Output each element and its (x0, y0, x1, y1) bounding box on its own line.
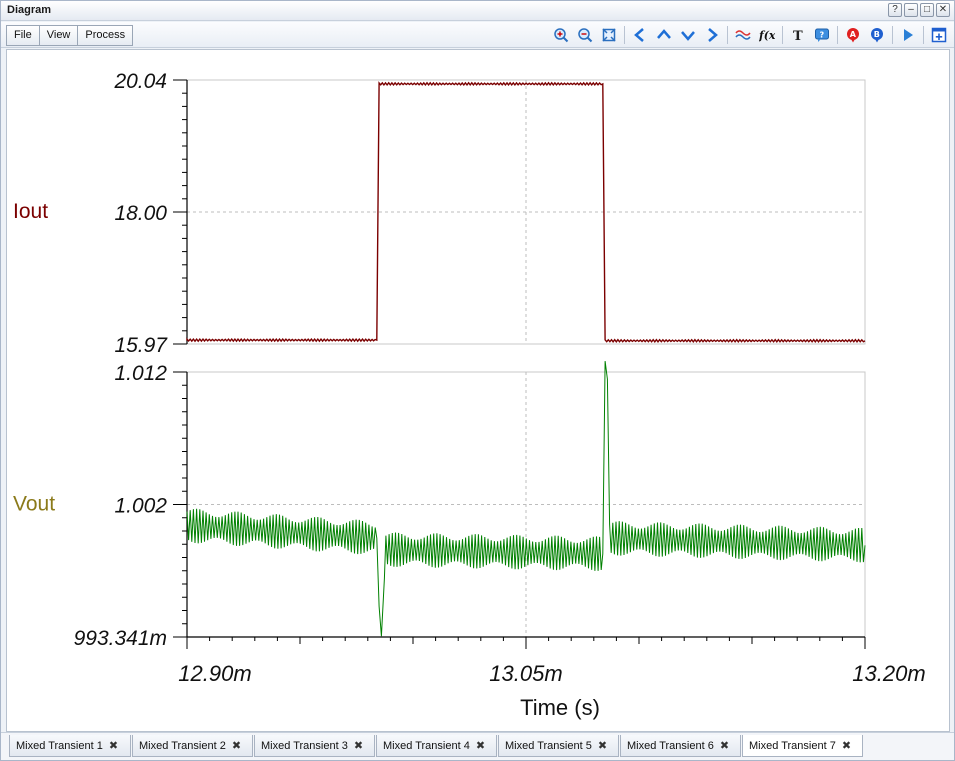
close-button[interactable]: ✕ (936, 3, 950, 17)
y-tick-label: 993.341m (74, 627, 167, 650)
toolbar-separator (892, 26, 893, 44)
menu-bar: File View Process (6, 25, 134, 46)
process-menu-button[interactable]: Process (77, 25, 134, 46)
tool-icons: f(x) T ? A B (546, 26, 948, 44)
zoom-fit-icon[interactable] (600, 26, 618, 44)
y-tick-label: 20.04 (113, 70, 167, 93)
x-tick-label: 13.20m (852, 661, 925, 686)
function-icon[interactable]: f(x) (758, 26, 776, 44)
tab-mixed-transient-5[interactable]: Mixed Transient 5 ✖ (498, 735, 619, 757)
tab-label: Mixed Transient 7 (749, 740, 836, 752)
tab-bar: Mixed Transient 1 ✖ Mixed Transient 2 ✖ Mixe… (1, 732, 954, 760)
tab-label: Mixed Transient 3 (261, 740, 348, 752)
play-icon[interactable] (899, 26, 917, 44)
title-bar: Diagram ? – □ ✕ (1, 1, 954, 21)
cursor-b-icon[interactable]: B (868, 26, 886, 44)
view-menu-button[interactable]: View (38, 25, 79, 46)
close-tab-icon[interactable]: ✖ (109, 740, 118, 752)
svg-text:T: T (793, 29, 803, 43)
tab-label: Mixed Transient 1 (16, 740, 103, 752)
text-icon[interactable]: T (789, 26, 807, 44)
file-menu-button[interactable]: File (6, 25, 40, 46)
window-controls: ? – □ ✕ (888, 3, 950, 17)
close-tab-icon[interactable]: ✖ (476, 740, 485, 752)
close-tab-icon[interactable]: ✖ (354, 740, 363, 752)
y-tick-label: 18.00 (114, 202, 167, 225)
minimize-button[interactable]: – (904, 3, 918, 17)
arrow-left-icon[interactable] (631, 26, 649, 44)
y-tick-label: 15.97 (114, 334, 168, 357)
x-tick-label: 12.90m (178, 661, 251, 686)
toolbar-separator (782, 26, 783, 44)
toolbar-separator (624, 26, 625, 44)
tab-mixed-transient-1[interactable]: Mixed Transient 1 ✖ (9, 735, 131, 757)
x-tick-label: 13.05m (489, 661, 562, 686)
transient-chart: 20.04 18.00 15.97 Iout 1.012 1.002 993.341m Vou… (13, 70, 926, 720)
tab-mixed-transient-6[interactable]: Mixed Transient 6 ✖ (620, 735, 741, 757)
svg-text:A: A (850, 30, 857, 39)
tab-mixed-transient-2[interactable]: Mixed Transient 2 ✖ (132, 735, 253, 757)
diagram-canvas[interactable]: 20.04 18.00 15.97 Iout 1.012 1.002 993.341m Vou… (6, 49, 950, 732)
close-tab-icon[interactable]: ✖ (842, 740, 851, 752)
tab-mixed-transient-4[interactable]: Mixed Transient 4 ✖ (376, 735, 497, 757)
help-icon[interactable]: ? (813, 26, 831, 44)
add-panel-icon[interactable] (930, 26, 948, 44)
toolbar-separator (727, 26, 728, 44)
close-tab-icon[interactable]: ✖ (598, 740, 607, 752)
arrow-right-icon[interactable] (703, 26, 721, 44)
svg-text:f(x): f(x) (759, 29, 775, 42)
maximize-button[interactable]: □ (920, 3, 934, 17)
waveform-icon[interactable] (734, 26, 752, 44)
close-tab-icon[interactable]: ✖ (232, 740, 241, 752)
cursor-a-icon[interactable]: A (844, 26, 862, 44)
svg-text:?: ? (820, 31, 825, 40)
window-title: Diagram (7, 4, 52, 16)
y-axis-label: Vout (13, 493, 55, 516)
tab-label: Mixed Transient 5 (505, 740, 592, 752)
arrow-down-icon[interactable] (679, 26, 697, 44)
y-axis-label: Iout (13, 200, 48, 223)
tab-label: Mixed Transient 6 (627, 740, 714, 752)
zoom-out-icon[interactable] (576, 26, 594, 44)
toolbar-separator (923, 26, 924, 44)
diagram-window: Diagram ?–□✕ File View Process f(x) T ? … (0, 0, 955, 761)
tab-mixed-transient-3[interactable]: Mixed Transient 3 ✖ (254, 735, 375, 757)
svg-text:B: B (874, 30, 880, 39)
toolbar: File View Process f(x) T ? A B (1, 22, 954, 48)
close-tab-icon[interactable]: ✖ (720, 740, 729, 752)
tab-mixed-transient-7[interactable]: Mixed Transient 7 ✖ (742, 735, 863, 757)
zoom-in-icon[interactable] (552, 26, 570, 44)
x-axis-label: Time (s) (520, 695, 600, 720)
y-tick-label: 1.002 (114, 495, 167, 518)
toolbar-separator (837, 26, 838, 44)
arrow-up-icon[interactable] (655, 26, 673, 44)
tab-label: Mixed Transient 2 (139, 740, 226, 752)
help-button[interactable]: ? (888, 3, 902, 17)
tab-label: Mixed Transient 4 (383, 740, 470, 752)
y-tick-label: 1.012 (114, 362, 167, 385)
